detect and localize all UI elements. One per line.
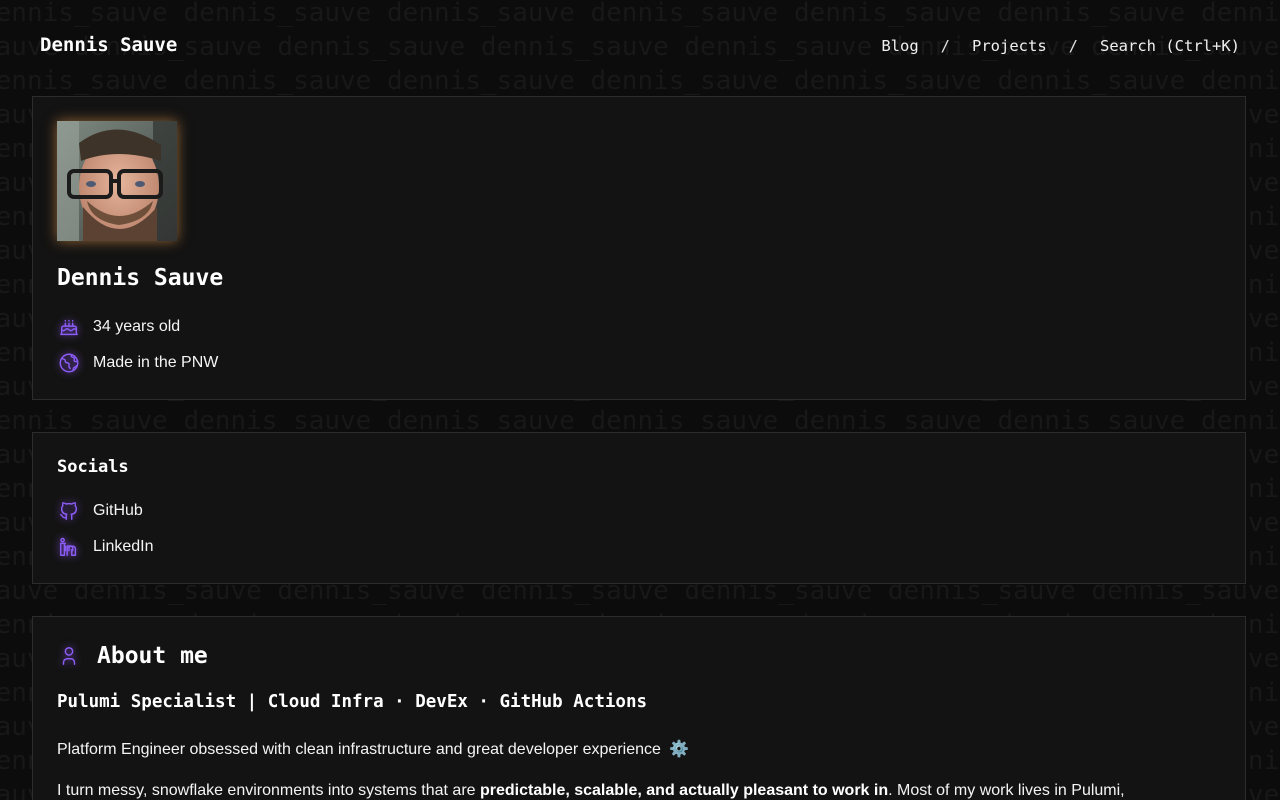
birthday-cake-icon: [57, 315, 81, 339]
user-icon: [57, 644, 81, 668]
socials-card: Socials GitHub LinkedIn: [32, 432, 1246, 584]
about-card: About me Pulumi Specialist | Cloud Infra…: [32, 616, 1246, 800]
globe-icon: [57, 351, 81, 375]
about-paragraph-2-tail: . Most of my work lives in Pulumi,: [888, 782, 1125, 799]
github-label: GitHub: [93, 502, 143, 519]
location-row: Made in the PNW: [57, 351, 218, 375]
age-row: 34 years old: [57, 315, 180, 339]
nav-projects-link[interactable]: Projects: [972, 37, 1047, 55]
linkedin-label: LinkedIn: [93, 538, 154, 555]
location-text: Made in the PNW: [93, 354, 219, 371]
about-paragraph-2: I turn messy, snowflake environments int…: [57, 782, 1217, 800]
profile-card: Dennis Sauve 34 years old Made in the PN…: [32, 96, 1246, 400]
avatar-photo: [57, 121, 177, 241]
linkedin-icon: [57, 535, 81, 559]
linkedin-link[interactable]: LinkedIn: [57, 535, 154, 559]
about-subtitle: Pulumi Specialist | Cloud Infra · DevEx …: [57, 692, 648, 712]
github-icon: [57, 499, 81, 523]
age-text: 34 years old: [93, 318, 181, 335]
about-paragraph-2-text: I turn messy, snowflake environments int…: [57, 782, 480, 799]
site-title-link[interactable]: Dennis Sauve: [40, 34, 177, 56]
github-link[interactable]: GitHub: [57, 499, 143, 523]
about-title: About me: [97, 643, 208, 669]
nav-search-button[interactable]: Search (Ctrl+K): [1100, 37, 1240, 55]
gear-emoji: ⚙️: [669, 741, 690, 758]
nav-blog-link[interactable]: Blog: [881, 37, 918, 55]
socials-title: Socials: [57, 457, 129, 477]
about-header: About me: [57, 643, 208, 669]
nav-separator: /: [940, 37, 951, 55]
about-paragraph-1-text: Platform Engineer obsessed with clean in…: [57, 741, 661, 758]
main-nav: Blog / Projects / Search (Ctrl+K): [881, 37, 1240, 55]
profile-name: Dennis Sauve: [57, 265, 224, 291]
about-paragraph-2-emphasis: predictable, scalable, and actually plea…: [479, 782, 889, 799]
profile-avatar: [57, 121, 177, 241]
about-paragraph-1: Platform Engineer obsessed with clean in…: [57, 739, 689, 759]
nav-separator: /: [1068, 37, 1079, 55]
site-header: Dennis Sauve Blog / Projects / Search (C…: [0, 0, 1280, 96]
